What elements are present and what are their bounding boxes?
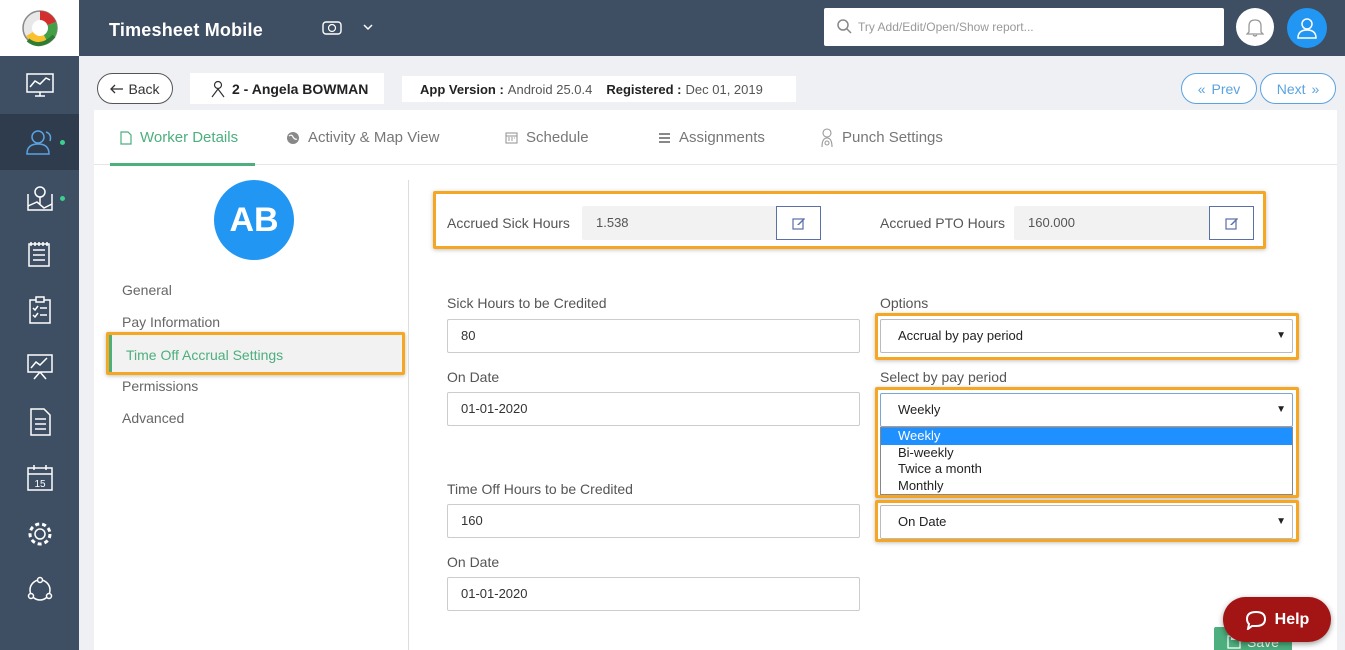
menu-item-general[interactable]: General xyxy=(122,282,172,298)
clipboard-list-icon xyxy=(27,242,50,267)
sidebar-item-calendar[interactable]: 15 xyxy=(0,450,79,506)
tab-punch-settings[interactable]: Punch Settings xyxy=(820,110,943,165)
double-chevron-left-icon: « xyxy=(1197,80,1206,97)
highlight-box xyxy=(875,500,1299,542)
next-button[interactable]: Next » xyxy=(1260,73,1336,104)
prev-label: Prev xyxy=(1211,80,1241,97)
logo-icon xyxy=(21,10,58,47)
tab-label: Activity & Map View xyxy=(308,129,440,146)
menu-item-pay-information[interactable]: Pay Information xyxy=(122,314,220,330)
chevron-down-icon[interactable] xyxy=(362,23,374,31)
top-header: Timesheet Mobile xyxy=(79,0,1345,56)
calendar-icon: 15 xyxy=(26,465,53,491)
highlight-box xyxy=(106,332,405,375)
app-version-value: Android 25.0.4 xyxy=(507,81,593,97)
sick-credit-input[interactable]: 80 xyxy=(447,319,860,353)
pay-period-label: Select by pay period xyxy=(880,369,1007,385)
timeoff-credit-label: Time Off Hours to be Credited xyxy=(447,481,633,497)
presentation-chart-icon xyxy=(26,354,53,380)
person-icon xyxy=(211,80,225,97)
sick-on-date-label: On Date xyxy=(447,369,500,385)
help-button[interactable]: Help xyxy=(1223,597,1331,642)
tab-label: Punch Settings xyxy=(842,129,943,146)
monitor-chart-icon xyxy=(25,73,54,97)
sidebar-item-integrations[interactable] xyxy=(0,562,79,618)
user-menu-button[interactable] xyxy=(1287,8,1327,48)
worker-name-chip: 2 - Angela BOWMAN xyxy=(190,73,384,104)
timeoff-credit-input[interactable]: 160 xyxy=(447,504,860,538)
file-icon xyxy=(120,130,132,145)
sidebar-item-map[interactable] xyxy=(0,170,79,226)
svg-text:15: 15 xyxy=(34,479,46,490)
network-icon xyxy=(27,576,52,601)
active-indicator xyxy=(60,140,65,145)
globe-icon xyxy=(287,131,299,144)
prev-button[interactable]: « Prev xyxy=(1181,73,1257,104)
back-button[interactable]: Back xyxy=(97,73,173,104)
sidebar-item-workers[interactable] xyxy=(0,114,79,170)
highlight-box xyxy=(433,191,1266,249)
sidebar-item-timesheets[interactable] xyxy=(0,226,79,282)
sick-on-date-input[interactable]: 01-01-2020 xyxy=(447,392,860,426)
menu-item-permissions[interactable]: Permissions xyxy=(122,378,198,394)
list-icon xyxy=(659,132,670,143)
gear-icon xyxy=(28,522,51,546)
document-icon xyxy=(29,408,51,436)
users-icon xyxy=(25,130,51,155)
sick-credit-label: Sick Hours to be Credited xyxy=(447,295,607,311)
column-divider xyxy=(408,180,409,650)
tab-label: Schedule xyxy=(526,129,589,146)
search-icon xyxy=(837,19,852,34)
user-icon xyxy=(1297,18,1317,39)
sidebar-item-tasks[interactable] xyxy=(0,282,79,338)
checklist-icon xyxy=(28,296,51,324)
app-title: Timesheet Mobile xyxy=(109,20,263,40)
worker-card: Worker Details Activity & Map View Sched… xyxy=(94,110,1337,650)
back-label: Back xyxy=(128,80,160,97)
tab-label: Assignments xyxy=(679,129,765,146)
tab-worker-details[interactable]: Worker Details xyxy=(110,110,255,166)
sidebar-item-documents[interactable] xyxy=(0,394,79,450)
calendar-small-icon xyxy=(505,132,518,144)
app-logo[interactable] xyxy=(0,0,79,56)
arrow-left-icon xyxy=(110,84,124,93)
tab-label: Worker Details xyxy=(140,129,239,146)
chat-bubble-icon xyxy=(1245,610,1266,630)
notifications-button[interactable] xyxy=(1236,8,1274,46)
app-version-label: App Version : xyxy=(420,81,504,97)
tab-assignments[interactable]: Assignments xyxy=(658,110,765,165)
currency-icon[interactable] xyxy=(322,19,342,37)
registered-label: Registered : xyxy=(606,81,682,97)
fingerprint-icon xyxy=(821,127,833,147)
worker-name: 2 - Angela BOWMAN xyxy=(232,80,369,97)
avatar: AB xyxy=(214,180,294,260)
sidebar: 15 xyxy=(0,0,79,650)
app-version-chip: App Version : Android 25.0.4 Registered … xyxy=(402,76,796,102)
menu-item-advanced[interactable]: Advanced xyxy=(122,410,184,426)
highlight-box xyxy=(875,387,1299,498)
tab-schedule[interactable]: Schedule xyxy=(505,110,589,165)
highlight-box xyxy=(875,313,1299,360)
double-chevron-right-icon: » xyxy=(1311,80,1320,97)
sidebar-item-dashboard[interactable] xyxy=(0,57,79,113)
timeoff-on-date-input[interactable]: 01-01-2020 xyxy=(447,577,860,611)
timeoff-on-date-label: On Date xyxy=(447,554,500,570)
help-label: Help xyxy=(1274,610,1310,628)
search-input[interactable] xyxy=(858,17,1208,37)
next-label: Next xyxy=(1276,80,1306,97)
tab-activity-map[interactable]: Activity & Map View xyxy=(286,110,439,165)
tab-bar: Worker Details Activity & Map View Sched… xyxy=(94,110,1337,166)
sidebar-item-reports[interactable] xyxy=(0,338,79,394)
bell-icon xyxy=(1246,19,1264,37)
registered-value: Dec 01, 2019 xyxy=(685,81,763,97)
search-box xyxy=(824,8,1224,46)
active-indicator xyxy=(60,196,65,201)
options-label: Options xyxy=(880,295,929,311)
sidebar-item-settings[interactable] xyxy=(0,506,79,562)
map-pin-icon xyxy=(26,186,53,211)
